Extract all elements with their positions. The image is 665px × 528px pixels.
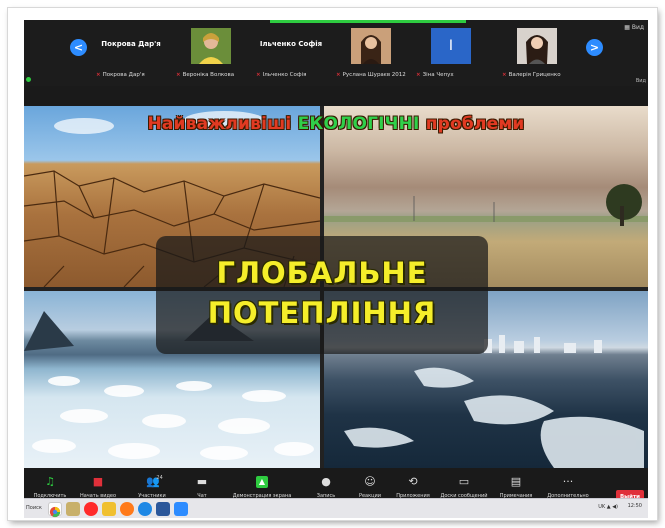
- gallery-prev-button[interactable]: <: [70, 39, 87, 56]
- participant-name: Покрова Дар'я: [102, 72, 145, 78]
- mic-muted-icon: ⨯: [96, 72, 101, 78]
- zoom-window: < > Покрова Дар'я ⨯ Покрова Дар'я ⨯ Вероні…: [24, 20, 648, 518]
- mic-muted-icon: ⨯: [256, 72, 261, 78]
- participant-footer: ⨯ Вероніка Волкова: [176, 72, 234, 78]
- participant-initial-card: І: [431, 28, 471, 64]
- participant-footer: ⨯ Покрова Дар'я: [96, 72, 145, 78]
- opera-icon[interactable]: [84, 502, 98, 516]
- connection-indicator: [26, 77, 31, 82]
- participant-initial: І: [448, 38, 454, 54]
- chevron-right-icon: >: [589, 41, 600, 54]
- participant-tile[interactable]: ⨯ Валерія Гриценко: [498, 26, 576, 78]
- firefox-icon[interactable]: [120, 502, 134, 516]
- participant-name: Вероніка Волкова: [182, 72, 235, 78]
- participant-name: Зіна Чепух: [422, 72, 454, 78]
- participants-button[interactable]: 👥 24 Участники: [130, 475, 174, 499]
- word-icon[interactable]: [156, 502, 170, 516]
- chat-button[interactable]: ▬ Чат: [182, 475, 222, 500]
- mic-muted-icon: ⨯: [502, 72, 507, 78]
- shared-screen: Найважливіші ЕКОЛОГІЧНІ проблеми ГЛОБАЛЬ…: [24, 106, 648, 468]
- participant-name: Ільченко Софія: [262, 72, 307, 78]
- view-label: Вид: [635, 78, 646, 84]
- folder-icon[interactable]: [102, 502, 116, 516]
- participant-name: Руслана Шураєв 2012: [342, 72, 406, 78]
- participant-tile[interactable]: ⨯ Вероніка Волкова: [172, 26, 250, 78]
- participant-tile[interactable]: Ільченко Софія ⨯ Ільченко Софія: [252, 26, 330, 78]
- participant-tile[interactable]: І ⨯ Зіна Чепух: [412, 26, 490, 78]
- notes-button[interactable]: ▤ Примечания: [494, 475, 538, 500]
- share-screen-button[interactable]: ▲ Демонстрация экрана: [226, 476, 298, 499]
- chat-icon: ▬: [196, 475, 208, 488]
- reactions-icon: ☺: [364, 475, 376, 488]
- volume-icon: ◀): [612, 504, 618, 510]
- start-video-button[interactable]: ■ Начать видео: [76, 475, 120, 500]
- slide-title: Найважливіші ЕКОЛОГІЧНІ проблеми: [24, 114, 648, 134]
- apps-icon: ⟲: [408, 475, 418, 488]
- record-button[interactable]: ● Запись: [306, 475, 346, 500]
- os-taskbar: Поиск UK ▲ ◀) 12:50: [24, 498, 648, 518]
- participant-tile[interactable]: Покрова Дар'я ⨯ Покрова Дар'я: [92, 26, 170, 78]
- grid-icon: ▦: [624, 24, 632, 31]
- edge-icon[interactable]: [138, 502, 152, 516]
- zoom-app-icon[interactable]: [174, 502, 188, 516]
- view-button[interactable]: ▦ Вид: [624, 24, 644, 31]
- more-icon: ···: [562, 475, 574, 488]
- video-off-icon: ■: [92, 475, 104, 488]
- share-screen-icon: ▲: [256, 476, 268, 488]
- search-field[interactable]: Поиск: [26, 505, 42, 511]
- whiteboard-button[interactable]: ▭ Доски сообщений: [438, 475, 490, 500]
- participant-name: Валерія Гриценко: [508, 72, 561, 78]
- mic-muted-icon: ⨯: [416, 72, 421, 78]
- chrome-icon[interactable]: [48, 502, 62, 518]
- mic-muted-icon: ⨯: [336, 72, 341, 78]
- participant-avatar: [191, 28, 231, 64]
- participant-footer: ⨯ Руслана Шураєв 2012: [336, 72, 406, 78]
- participant-footer: ⨯ Валерія Гриценко: [502, 72, 561, 78]
- active-speaker-indicator: [270, 20, 466, 23]
- headline-overlay: ГЛОБАЛЬНЕ ПОТЕПЛІННЯ: [156, 236, 488, 354]
- network-icon: ▲: [606, 504, 611, 510]
- participant-gallery: < > Покрова Дар'я ⨯ Покрова Дар'я ⨯ Вероні…: [24, 20, 648, 86]
- headphones-icon: ♫: [45, 475, 55, 488]
- participant-footer: ⨯ Зіна Чепух: [416, 72, 454, 78]
- record-icon: ●: [321, 475, 331, 488]
- apps-button[interactable]: ⟲ Приложения: [392, 475, 434, 500]
- slide-title-part2: ЕКОЛОГІЧНІ: [297, 114, 420, 134]
- slide-title-part1: Найважливіші: [147, 114, 292, 134]
- headline-line2: ПОТЕПЛІННЯ: [207, 296, 437, 330]
- whiteboard-icon: ▭: [458, 475, 470, 488]
- participant-name-large: Покрова Дар'я: [101, 40, 161, 48]
- participant-avatar: [351, 28, 391, 64]
- gallery-next-button[interactable]: >: [586, 39, 603, 56]
- participant-name-large: Ільченко Софія: [259, 40, 323, 48]
- participant-avatar: [517, 28, 557, 64]
- participant-footer: ⨯ Ільченко Софія: [256, 72, 306, 78]
- system-tray[interactable]: UK ▲ ◀): [598, 504, 618, 510]
- participants-count: 24: [156, 475, 163, 481]
- more-button[interactable]: ··· Дополнительно: [542, 475, 594, 500]
- participant-tile[interactable]: ⨯ Руслана Шураєв 2012: [332, 26, 410, 78]
- headline-line1: ГЛОБАЛЬНЕ: [216, 256, 428, 290]
- chevron-left-icon: <: [73, 41, 84, 54]
- slide-title-part3: проблеми: [425, 114, 525, 134]
- file-explorer-icon[interactable]: [66, 502, 80, 516]
- mic-muted-icon: ⨯: [176, 72, 181, 78]
- clock: 12:50: [627, 503, 642, 509]
- reactions-button[interactable]: ☺ Реакции: [350, 475, 390, 500]
- notes-icon: ▤: [510, 475, 522, 488]
